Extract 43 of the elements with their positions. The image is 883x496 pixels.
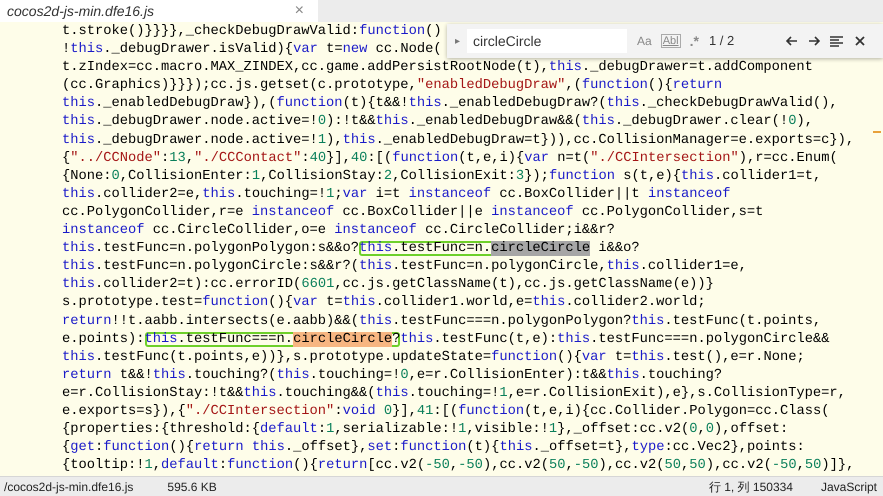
file-path: /cocos2d-js-min.dfe16.js — [4, 478, 134, 496]
code-line: s.prototype.test=function(){var t=this.collider1.world,e=this.collider2.world; — [62, 294, 706, 312]
tab-close-button[interactable]: × — [294, 0, 304, 23]
whole-word-toggle[interactable]: Abl — [660, 34, 681, 48]
search-field[interactable]: circleCircle — [467, 29, 627, 53]
code-line: this.testFunc(t.points,e))},s.prototype.updateState=function(){var t=this.test(),e=r.None; — [62, 348, 805, 367]
regex-toggle[interactable]: .* — [690, 30, 699, 52]
code-line: {None:0,CollisionEnter:1,CollisionStay:2,CollisionExit:3});function s(t,e){this.collider1=t, — [62, 168, 822, 186]
close-icon[interactable] — [855, 36, 866, 46]
editor-tab[interactable]: cocos2d-js-min.dfe16.js × — [0, 0, 318, 22]
code-line: return t&&!this.touching?(this.touching=!0,e=r.CollisionEnter):t&&this.touching? — [62, 366, 722, 385]
code-line: this._debugDrawer.node.active=!1),this._enabledDebugDraw=t})),cc.CollisionManager=e.exports=c}), — [62, 132, 854, 150]
expand-toggle[interactable]: ▸ — [455, 34, 467, 48]
code-line: this._enabledDebugDraw}),(function(t){t&&!this._enabledDebugDraw?(this._checkDebugDrawValid(), — [62, 95, 838, 114]
code-line: {tooltip:!1,default:function(){return[cc.v2(-50,-50),cc.v2(50,-50),cc.v2(50,50),cc.v2(-50,50)]}, — [62, 457, 854, 476]
code-line: return!!t.aabb.intersects(e.aabb)&&(this.testFunc===n.polygonPolygon?this.testFunc(t.points, — [62, 312, 822, 330]
previous-match-icon[interactable] — [786, 35, 798, 47]
code-line: {"../CCNode":13,"./CCContact":40}],40:[(function(t,e,i){var n=t("./CCIntersection"),r=cc.Enum( — [62, 150, 838, 168]
cursor-position[interactable]: 行 1, 列 150334 — [708, 478, 793, 496]
code-line: this.collider2=t):cc.errorID(6601,cc.js.getClassName(t),cc.js.getClassName(e))} — [62, 276, 714, 294]
code-line: !this._debugDrawer.isValid){var t=new cc.Node( — [62, 41, 442, 60]
next-match-icon[interactable] — [808, 35, 820, 47]
code-line: instanceof cc.CircleCollider,o=e instanceof cc.CircleCollider;i&&r? — [62, 222, 615, 240]
code-line: {get:function(){return this._offset},set:function(t){this._offset=t},type:cc.Vec2},points: — [62, 439, 805, 458]
file-size: 595.6 KB — [167, 478, 217, 496]
code-line: {properties:{threshold:{default:1,serializable:!1,visible:!1},_offset:cc.v2(0,0),offset: — [62, 421, 788, 440]
code-line: this.collider2=e,this.touching=!1;var i=t instanceof cc.BoxCollider||t instanceof — [62, 186, 730, 204]
code-line: (cc.Graphics)}}});cc.js.getset(c.prototype,"enabledDebugDraw",(function(){return — [62, 77, 722, 96]
match-count: 1 / 2 — [708, 32, 734, 50]
match-case-toggle[interactable]: Aa — [637, 32, 652, 50]
scroll-marker — [873, 131, 881, 133]
tab-title: cocos2d-js-min.dfe16.js — [7, 2, 154, 21]
search-match: circleCircle — [491, 241, 590, 256]
code-line: e=r.CollisionStay:!t&&this.touching&&(this.touching=!1,e=r.CollisionExit),e},s.CollisionType=r, — [62, 384, 846, 403]
code-line: this._debugDrawer.node.active=!0):!t&&this._enabledDebugDraw&&(this._debugDrawer.clear(!0), — [62, 113, 813, 132]
code-line: cc.PolygonCollider,r=e instanceof cc.BoxCollider||e instanceof cc.PolygonCollider,s=t — [62, 204, 764, 222]
search-match: circleCircle — [293, 332, 392, 347]
code-line: t.stroke()}}}},_checkDebugDrawValid:function() — [62, 23, 442, 41]
code-line: e.exports=s}),{"./CCIntersection":void 0}],41:[(function(t,e,i){cc.Collider.Polygon=cc.Class( — [62, 402, 830, 421]
code-line: this.testFunc=n.polygonCircle:s&&r?(this.testFunc=n.polygonCircle,this.collider1=e, — [62, 258, 747, 276]
selection-lines-icon[interactable] — [830, 36, 844, 46]
code-line: t.zIndex=cc.macro.MAX_ZINDEX,cc.game.addPersistRootNode(t),this._debugDrawer=t.addComponent — [62, 59, 813, 78]
language-mode[interactable]: JavaScript — [820, 478, 877, 496]
